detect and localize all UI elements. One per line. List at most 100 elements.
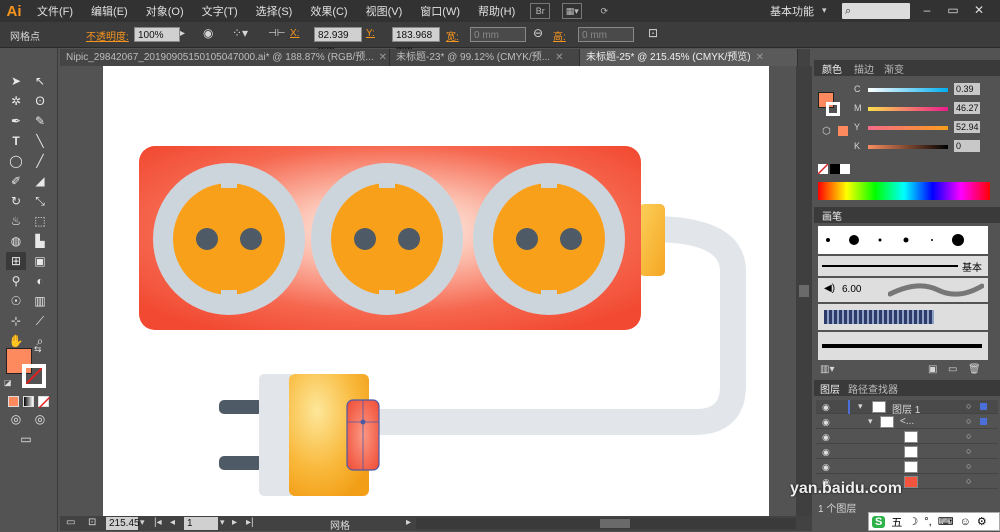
minimize-icon[interactable]: – bbox=[918, 3, 936, 19]
prev-page-icon[interactable]: ◂ bbox=[170, 517, 175, 528]
drawing-mode-icon[interactable]: ◎ bbox=[6, 410, 26, 428]
magic-wand-tool-icon[interactable]: ✲ bbox=[6, 92, 26, 110]
menu-object[interactable]: 对象(O) bbox=[137, 3, 193, 19]
bridge-icon[interactable]: Br bbox=[530, 3, 551, 19]
brush-art-row[interactable] bbox=[818, 332, 988, 360]
ellipse-tool-icon[interactable]: ◯ bbox=[6, 152, 26, 170]
menu-view[interactable]: 视图(V) bbox=[357, 3, 412, 19]
moon-icon[interactable]: ☽ bbox=[908, 515, 918, 528]
layer-row-3[interactable]: ◉ ○ bbox=[816, 430, 998, 444]
blend-tool-icon[interactable]: ◐ bbox=[30, 272, 50, 290]
selection-tool-icon[interactable]: ➤ bbox=[6, 72, 26, 90]
rotate-tool-icon[interactable]: ↻ bbox=[6, 192, 26, 210]
out-of-gamut-icon[interactable]: ⬡ bbox=[822, 126, 831, 137]
new-brush-icon[interactable]: ▭ bbox=[948, 364, 957, 375]
align-icon[interactable]: ⊣⊢ bbox=[268, 28, 285, 39]
scale-tool-icon[interactable]: ⤡ bbox=[30, 192, 50, 210]
gamut-swatch[interactable] bbox=[838, 126, 848, 136]
column-graph-tool-icon[interactable]: ▥ bbox=[30, 292, 50, 310]
mesh-tool-icon[interactable]: ⊞ bbox=[6, 252, 26, 270]
lasso-tool-icon[interactable]: ʘ bbox=[30, 92, 50, 110]
brush-calligraphic-row[interactable]: ◀) 6.00 bbox=[818, 278, 988, 302]
expand-layer-icon[interactable]: ▾ bbox=[858, 401, 863, 412]
next-page-icon[interactable]: ▸ bbox=[232, 517, 237, 528]
channel-y-slider[interactable] bbox=[868, 126, 948, 130]
channel-k-slider[interactable] bbox=[868, 145, 948, 149]
layer-row-4[interactable]: ◉ ○ bbox=[816, 445, 998, 459]
menu-select[interactable]: 选择(S) bbox=[247, 3, 302, 19]
slice-tool-icon[interactable]: ⟋ bbox=[30, 312, 50, 330]
default-fill-stroke-icon[interactable]: ◪ bbox=[4, 378, 12, 387]
color-panel-stroke-swatch[interactable] bbox=[826, 102, 840, 116]
screen-mode-icon[interactable]: ▭ bbox=[16, 430, 36, 448]
transform-icon[interactable]: ⊡ bbox=[648, 26, 658, 40]
target-icon[interactable]: ○ bbox=[966, 461, 971, 471]
height-field[interactable]: 0 mm bbox=[578, 27, 634, 42]
menu-type[interactable]: 文字(T) bbox=[193, 3, 247, 19]
socket-1[interactable] bbox=[153, 163, 305, 315]
chevron-down-icon[interactable]: ▾ bbox=[822, 5, 827, 16]
channel-k-value[interactable]: 0 bbox=[954, 140, 980, 152]
close-tab-icon[interactable]: ✕ bbox=[756, 52, 764, 63]
target-icon[interactable]: ○ bbox=[966, 431, 971, 441]
last-page-icon[interactable]: ▸| bbox=[246, 517, 254, 528]
channel-y-value[interactable]: 52.94 bbox=[954, 121, 980, 133]
menu-file[interactable]: 文件(F) bbox=[28, 3, 82, 19]
status-text[interactable]: 网格 bbox=[330, 517, 350, 532]
target-icon[interactable]: ○ bbox=[966, 401, 971, 411]
zoom-dropdown-icon[interactable]: ▾ bbox=[140, 517, 145, 528]
visibility-eye-icon[interactable]: ◉ bbox=[822, 462, 830, 473]
strip-end-cap[interactable] bbox=[639, 204, 665, 276]
visibility-eye-icon[interactable]: ◉ bbox=[822, 417, 830, 428]
warp-tool-icon[interactable]: ♨ bbox=[6, 212, 26, 230]
draw-behind-icon[interactable]: ◎ bbox=[30, 410, 50, 428]
none-swatch[interactable] bbox=[817, 163, 829, 175]
punctuation-icon[interactable]: °, bbox=[924, 516, 931, 528]
black-swatch[interactable] bbox=[830, 164, 840, 174]
vertical-scroll-thumb[interactable] bbox=[799, 285, 809, 297]
free-transform-tool-icon[interactable]: ⬚ bbox=[30, 212, 50, 230]
close-tab-icon[interactable]: ✕ bbox=[379, 52, 387, 63]
brush-dots-row[interactable] bbox=[818, 226, 988, 254]
pencil-tool-icon[interactable]: ✐ bbox=[6, 172, 26, 190]
brush-library-icon[interactable]: ▥▾ bbox=[820, 364, 834, 375]
direct-selection-tool-icon[interactable]: ↖ bbox=[30, 72, 50, 90]
brush-basic-row[interactable]: 基本 bbox=[818, 256, 988, 276]
ime-settings-icon[interactable]: ⚙ bbox=[977, 515, 987, 528]
ime-mode[interactable]: 五 bbox=[891, 514, 902, 530]
clipboard-icon[interactable]: ▭ bbox=[66, 517, 75, 528]
open-in-bridge-icon[interactable]: ⊡ bbox=[88, 517, 96, 528]
keyboard-icon[interactable]: ⌨ bbox=[938, 515, 954, 528]
channel-m-slider[interactable] bbox=[868, 107, 948, 111]
opacity-label[interactable]: 不透明度: bbox=[86, 28, 129, 43]
symbol-sprayer-tool-icon[interactable]: ☉ bbox=[6, 292, 26, 310]
socket-2[interactable] bbox=[311, 163, 463, 315]
visibility-eye-icon[interactable]: ◉ bbox=[822, 402, 830, 413]
eyedropper-tool-icon[interactable]: ⚲ bbox=[6, 272, 26, 290]
y-coordinate-field[interactable]: 183.968 mm bbox=[392, 27, 440, 56]
tab-layers[interactable]: 图层 bbox=[820, 381, 840, 396]
pen-tool-icon[interactable]: ✒ bbox=[6, 112, 26, 130]
target-icon[interactable]: ○ bbox=[966, 446, 971, 456]
x-coordinate-field[interactable]: 82.939 mm bbox=[314, 27, 362, 56]
menu-effect[interactable]: 效果(C) bbox=[301, 3, 356, 19]
line-tool-icon[interactable]: ╲ bbox=[30, 132, 50, 150]
eraser-tool-icon[interactable]: ◢ bbox=[30, 172, 50, 190]
zoom-level-field[interactable]: 215.45 bbox=[106, 517, 140, 530]
layer-row-1[interactable]: ◉ ▾ 图层 1 ○ bbox=[816, 400, 998, 416]
horizontal-scroll-thumb[interactable] bbox=[600, 519, 630, 528]
menu-edit[interactable]: 编辑(E) bbox=[82, 3, 137, 19]
type-tool-icon[interactable]: T bbox=[6, 132, 26, 150]
visibility-eye-icon[interactable]: ◉ bbox=[822, 432, 830, 443]
group-name[interactable]: <... bbox=[900, 416, 914, 427]
white-swatch[interactable] bbox=[840, 164, 850, 174]
paintbrush-tool-icon[interactable]: ╱ bbox=[30, 152, 50, 170]
selection-indicator[interactable] bbox=[980, 403, 987, 410]
sync-icon[interactable]: ⟳ bbox=[594, 3, 614, 19]
status-menu-icon[interactable]: ▸ bbox=[406, 517, 411, 528]
brush-options-icon[interactable]: ▣ bbox=[928, 364, 937, 375]
swap-fill-stroke-icon[interactable]: ⇆ bbox=[34, 344, 42, 355]
tab-document-1[interactable]: Nipic_29842067_20190905150105047000.ai* … bbox=[60, 49, 390, 66]
tab-color[interactable]: 颜色 bbox=[822, 61, 842, 76]
layer-row-5[interactable]: ◉ ○ bbox=[816, 460, 998, 474]
